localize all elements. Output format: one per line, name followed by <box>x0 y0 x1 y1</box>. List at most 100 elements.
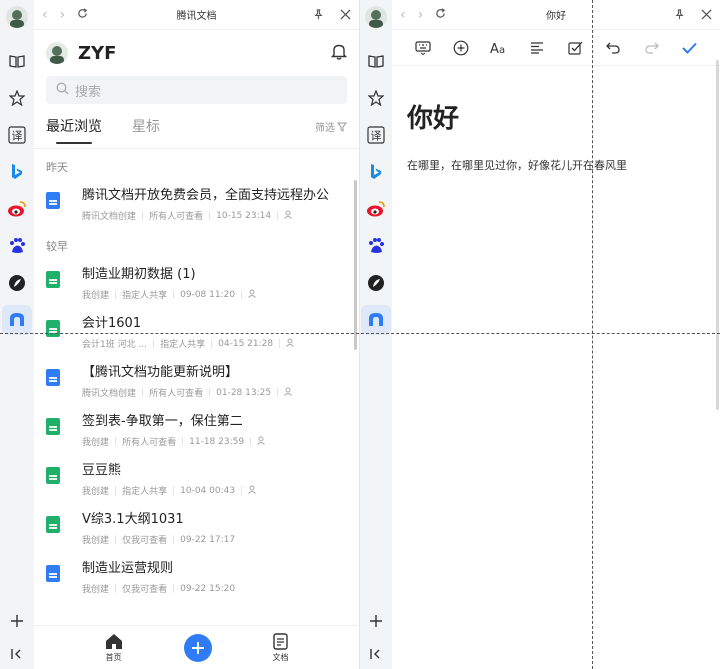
close-icon[interactable] <box>340 5 351 24</box>
weibo-icon[interactable] <box>361 194 391 224</box>
bell-icon[interactable] <box>330 43 348 64</box>
book-icon[interactable] <box>2 46 32 76</box>
collaborator-icon <box>284 387 294 399</box>
close-icon[interactable] <box>701 5 712 24</box>
item-meta: 我创建 | 仅我可查看 | 09-22 17:17 <box>82 534 236 547</box>
text-format-icon[interactable]: Aa <box>480 41 518 55</box>
filter-icon <box>337 122 347 132</box>
keyboard-icon[interactable] <box>404 40 442 55</box>
add-icon[interactable] <box>369 613 383 632</box>
feather-app-icon[interactable] <box>2 268 32 298</box>
tab-recent[interactable]: 最近浏览 <box>46 116 102 146</box>
nav-docs[interactable]: 文档 <box>273 632 289 663</box>
baidu-icon[interactable] <box>2 231 32 261</box>
vertical-guide-line <box>592 0 593 669</box>
meta-creator: 我创建 <box>82 487 110 497</box>
back-icon[interactable]: ‹ <box>400 7 406 23</box>
list-item[interactable]: 腾讯文档开放免费会员，全面支持远程办公 腾讯文档创建 | 所有人可查看 | 10-1… <box>34 179 359 228</box>
window-titlebar: ‹ › 腾讯文档 <box>34 0 359 30</box>
doc-file-icon <box>46 192 60 209</box>
list-item[interactable]: 制造业期初数据 (1) 我创建 | 指定人共享 | 09-08 11:20 | <box>34 258 359 307</box>
sidebar-avatar[interactable] <box>365 6 387 28</box>
book-icon[interactable] <box>361 46 391 76</box>
redo-icon[interactable] <box>632 42 670 54</box>
create-new-button[interactable] <box>183 633 212 662</box>
user-avatar[interactable] <box>46 42 68 64</box>
pin-icon[interactable] <box>674 5 685 24</box>
home-icon <box>105 633 122 649</box>
item-meta: 我创建 | 指定人共享 | 09-08 11:20 | <box>82 288 347 301</box>
sheet-file-icon <box>46 320 60 337</box>
tencent-docs-icon[interactable] <box>2 305 32 335</box>
doc-editor-window: ‹ › 你好 A a 你好 在哪里，在哪里见过你，好像花儿开在春风里 <box>392 0 720 669</box>
svg-text:译: 译 <box>12 130 23 143</box>
undo-icon[interactable] <box>594 42 632 54</box>
filter-button[interactable]: 筛选 <box>315 119 347 146</box>
bing-icon[interactable] <box>361 157 391 187</box>
doc-file-icon <box>46 565 60 582</box>
pin-icon[interactable] <box>313 5 324 24</box>
search-input[interactable]: 搜索 <box>46 76 347 104</box>
right-browser-sidebar: 译 <box>360 0 392 669</box>
doc-file-icon <box>46 369 60 386</box>
document-body[interactable]: 在哪里，在哪里见过你，好像花儿开在春风里 <box>407 157 720 173</box>
search-placeholder: 搜索 <box>75 84 102 100</box>
list-scrollbar[interactable] <box>354 180 357 350</box>
document-heading[interactable]: 你好 <box>407 98 720 135</box>
filter-label: 筛选 <box>315 123 335 134</box>
list-tabs: 最近浏览 星标 筛选 <box>34 104 359 146</box>
sidebar-avatar[interactable] <box>6 6 28 28</box>
tencent-docs-icon[interactable] <box>361 305 391 335</box>
add-icon[interactable] <box>10 613 24 632</box>
user-header: ZYF <box>34 30 359 76</box>
meta-permission: 指定人共享 <box>160 340 206 350</box>
back-icon[interactable]: ‹ <box>42 7 48 23</box>
nav-home[interactable]: 首页 <box>105 633 123 663</box>
meta-creator: 腾讯文档创建 <box>82 212 137 222</box>
meta-permission: 仅我可查看 <box>122 585 168 595</box>
app-root: 译 ‹ › 腾讯文档 ZYF 搜索 最近浏览 星标 筛选 昨天 腾讯文档开放免费… <box>0 0 720 669</box>
bing-icon[interactable] <box>2 157 32 187</box>
meta-time: 09-22 17:17 <box>180 534 236 545</box>
meta-permission: 所有人可查看 <box>149 212 204 222</box>
tab-starred[interactable]: 星标 <box>132 116 160 146</box>
refresh-icon[interactable] <box>435 7 446 23</box>
list-item[interactable]: 【腾讯文档功能更新说明】 腾讯文档创建 | 所有人可查看 | 01-28 13:25… <box>34 356 359 405</box>
group-label: 较早 <box>46 240 68 253</box>
item-meta: 腾讯文档创建 | 所有人可查看 | 10-15 23:14 | <box>82 209 347 222</box>
star-icon[interactable] <box>361 83 391 113</box>
translate-icon[interactable]: 译 <box>361 120 391 150</box>
meta-permission: 指定人共享 <box>122 487 168 497</box>
list-item[interactable]: 会计1601 会计1班 河北 ... | 指定人共享 | 04-15 21:28 | <box>34 307 359 356</box>
forward-icon[interactable]: › <box>418 7 424 23</box>
item-title: 制造业期初数据 (1) <box>82 267 196 282</box>
collapse-sidebar-icon[interactable] <box>369 646 383 665</box>
baidu-icon[interactable] <box>361 231 391 261</box>
forward-icon[interactable]: › <box>60 7 66 23</box>
refresh-icon[interactable] <box>77 7 88 23</box>
confirm-check-icon[interactable] <box>670 42 708 54</box>
translate-icon[interactable]: 译 <box>2 120 32 150</box>
list-item[interactable]: 签到表-争取第一，保住第二 我创建 | 所有人可查看 | 11-18 23:59 | <box>34 405 359 454</box>
checkbox-icon[interactable] <box>556 41 594 55</box>
collaborator-icon <box>248 485 258 497</box>
insert-icon[interactable] <box>442 40 480 56</box>
feather-app-icon[interactable] <box>361 268 391 298</box>
editor-scrollbar[interactable] <box>716 60 719 410</box>
item-meta: 我创建 | 所有人可查看 | 11-18 23:59 | <box>82 435 347 448</box>
star-icon[interactable] <box>2 83 32 113</box>
align-icon[interactable] <box>518 41 556 54</box>
list-item[interactable]: 豆豆熊 我创建 | 指定人共享 | 10-04 00:43 | <box>34 454 359 503</box>
list-item[interactable]: 制造业运营规则 我创建 | 仅我可查看 | 09-22 15:20 <box>34 552 359 601</box>
list-item[interactable]: V综3.1大纲1031 我创建 | 仅我可查看 | 09-22 17:17 <box>34 503 359 552</box>
collaborator-icon <box>284 210 294 222</box>
meta-creator: 我创建 <box>82 291 110 301</box>
meta-time: 11-18 23:59 <box>189 436 245 447</box>
collaborator-icon <box>248 289 258 301</box>
sheet-file-icon <box>46 467 60 484</box>
collapse-sidebar-icon[interactable] <box>10 646 24 665</box>
meta-creator: 我创建 <box>82 585 110 595</box>
weibo-icon[interactable] <box>2 194 32 224</box>
window-titlebar: ‹ › 你好 <box>392 0 720 30</box>
collaborator-icon <box>286 338 296 350</box>
